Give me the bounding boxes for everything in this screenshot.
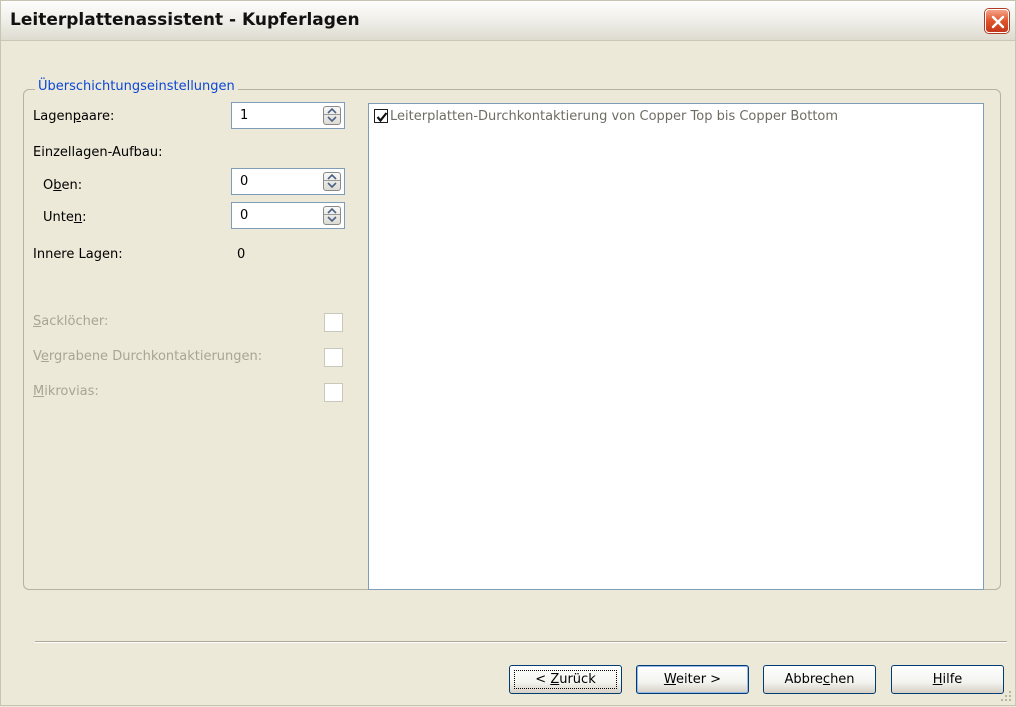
bottom-input[interactable] — [232, 203, 320, 228]
arrow-up-icon — [327, 208, 337, 214]
layer-pairs-spinner[interactable] — [231, 102, 345, 129]
via-checkbox[interactable] — [374, 108, 388, 123]
arrow-up-icon — [327, 174, 337, 180]
footer-separator — [35, 641, 1007, 643]
layer-pairs-spin-buttons[interactable] — [323, 106, 341, 125]
help-button[interactable]: Hilfe — [891, 665, 1004, 694]
top-spin-buttons[interactable] — [323, 172, 341, 191]
single-layer-stack-label: Einzellagen-Aufbau: — [33, 145, 163, 160]
inner-layers-label: Innere Lagen: — [33, 247, 123, 262]
group-legend: Überschichtungseinstellungen — [35, 79, 238, 94]
cancel-button[interactable]: Abbrechen — [763, 665, 876, 694]
title-bar[interactable]: Leiterplattenassistent - Kupferlagen — [1, 1, 1015, 41]
layer-pairs-label: Lagenpaare: — [33, 109, 115, 124]
via-list[interactable]: Leiterplatten-Durchkontaktierung von Cop… — [368, 103, 984, 590]
layer-pairs-input[interactable] — [232, 103, 320, 128]
close-button[interactable] — [985, 9, 1009, 33]
bottom-spinner[interactable] — [231, 202, 345, 229]
microvias-checkbox[interactable] — [324, 383, 343, 402]
buried-vias-label: Vergrabene Durchkontaktierungen: — [33, 349, 263, 364]
arrow-up-icon — [327, 108, 337, 114]
arrow-down-icon — [327, 116, 337, 122]
resize-grip-icon[interactable] — [999, 689, 1013, 707]
inner-layers-value: 0 — [237, 247, 246, 262]
top-input[interactable] — [232, 169, 320, 194]
focus-rectangle — [514, 670, 617, 689]
bottom-spin-buttons[interactable] — [323, 206, 341, 225]
back-button[interactable]: < Zurück — [509, 665, 622, 694]
checkmark-icon — [376, 111, 388, 122]
next-button[interactable]: Weiter > — [636, 665, 749, 694]
blind-vias-checkbox[interactable] — [324, 313, 343, 332]
spin-up-button[interactable] — [324, 207, 340, 215]
spin-down-button[interactable] — [324, 181, 340, 189]
blind-vias-label: Sacklöcher: — [33, 314, 109, 329]
bottom-label: Unten: — [43, 210, 87, 225]
arrow-down-icon — [327, 216, 337, 222]
spin-down-button[interactable] — [324, 115, 340, 123]
spin-up-button[interactable] — [324, 173, 340, 181]
top-label: Oben: — [43, 178, 83, 193]
arrow-down-icon — [327, 182, 337, 188]
via-item-label: Leiterplatten-Durchkontaktierung von Cop… — [390, 109, 839, 124]
buried-vias-checkbox[interactable] — [324, 348, 343, 367]
window-title: Leiterplattenassistent - Kupferlagen — [10, 10, 360, 30]
spin-up-button[interactable] — [324, 107, 340, 115]
top-spinner[interactable] — [231, 168, 345, 195]
list-item[interactable]: Leiterplatten-Durchkontaktierung von Cop… — [374, 108, 839, 124]
spin-down-button[interactable] — [324, 215, 340, 223]
microvias-label: Mikrovias: — [33, 384, 99, 399]
wizard-window: Leiterplattenassistent - Kupferlagen Übe… — [0, 0, 1016, 706]
